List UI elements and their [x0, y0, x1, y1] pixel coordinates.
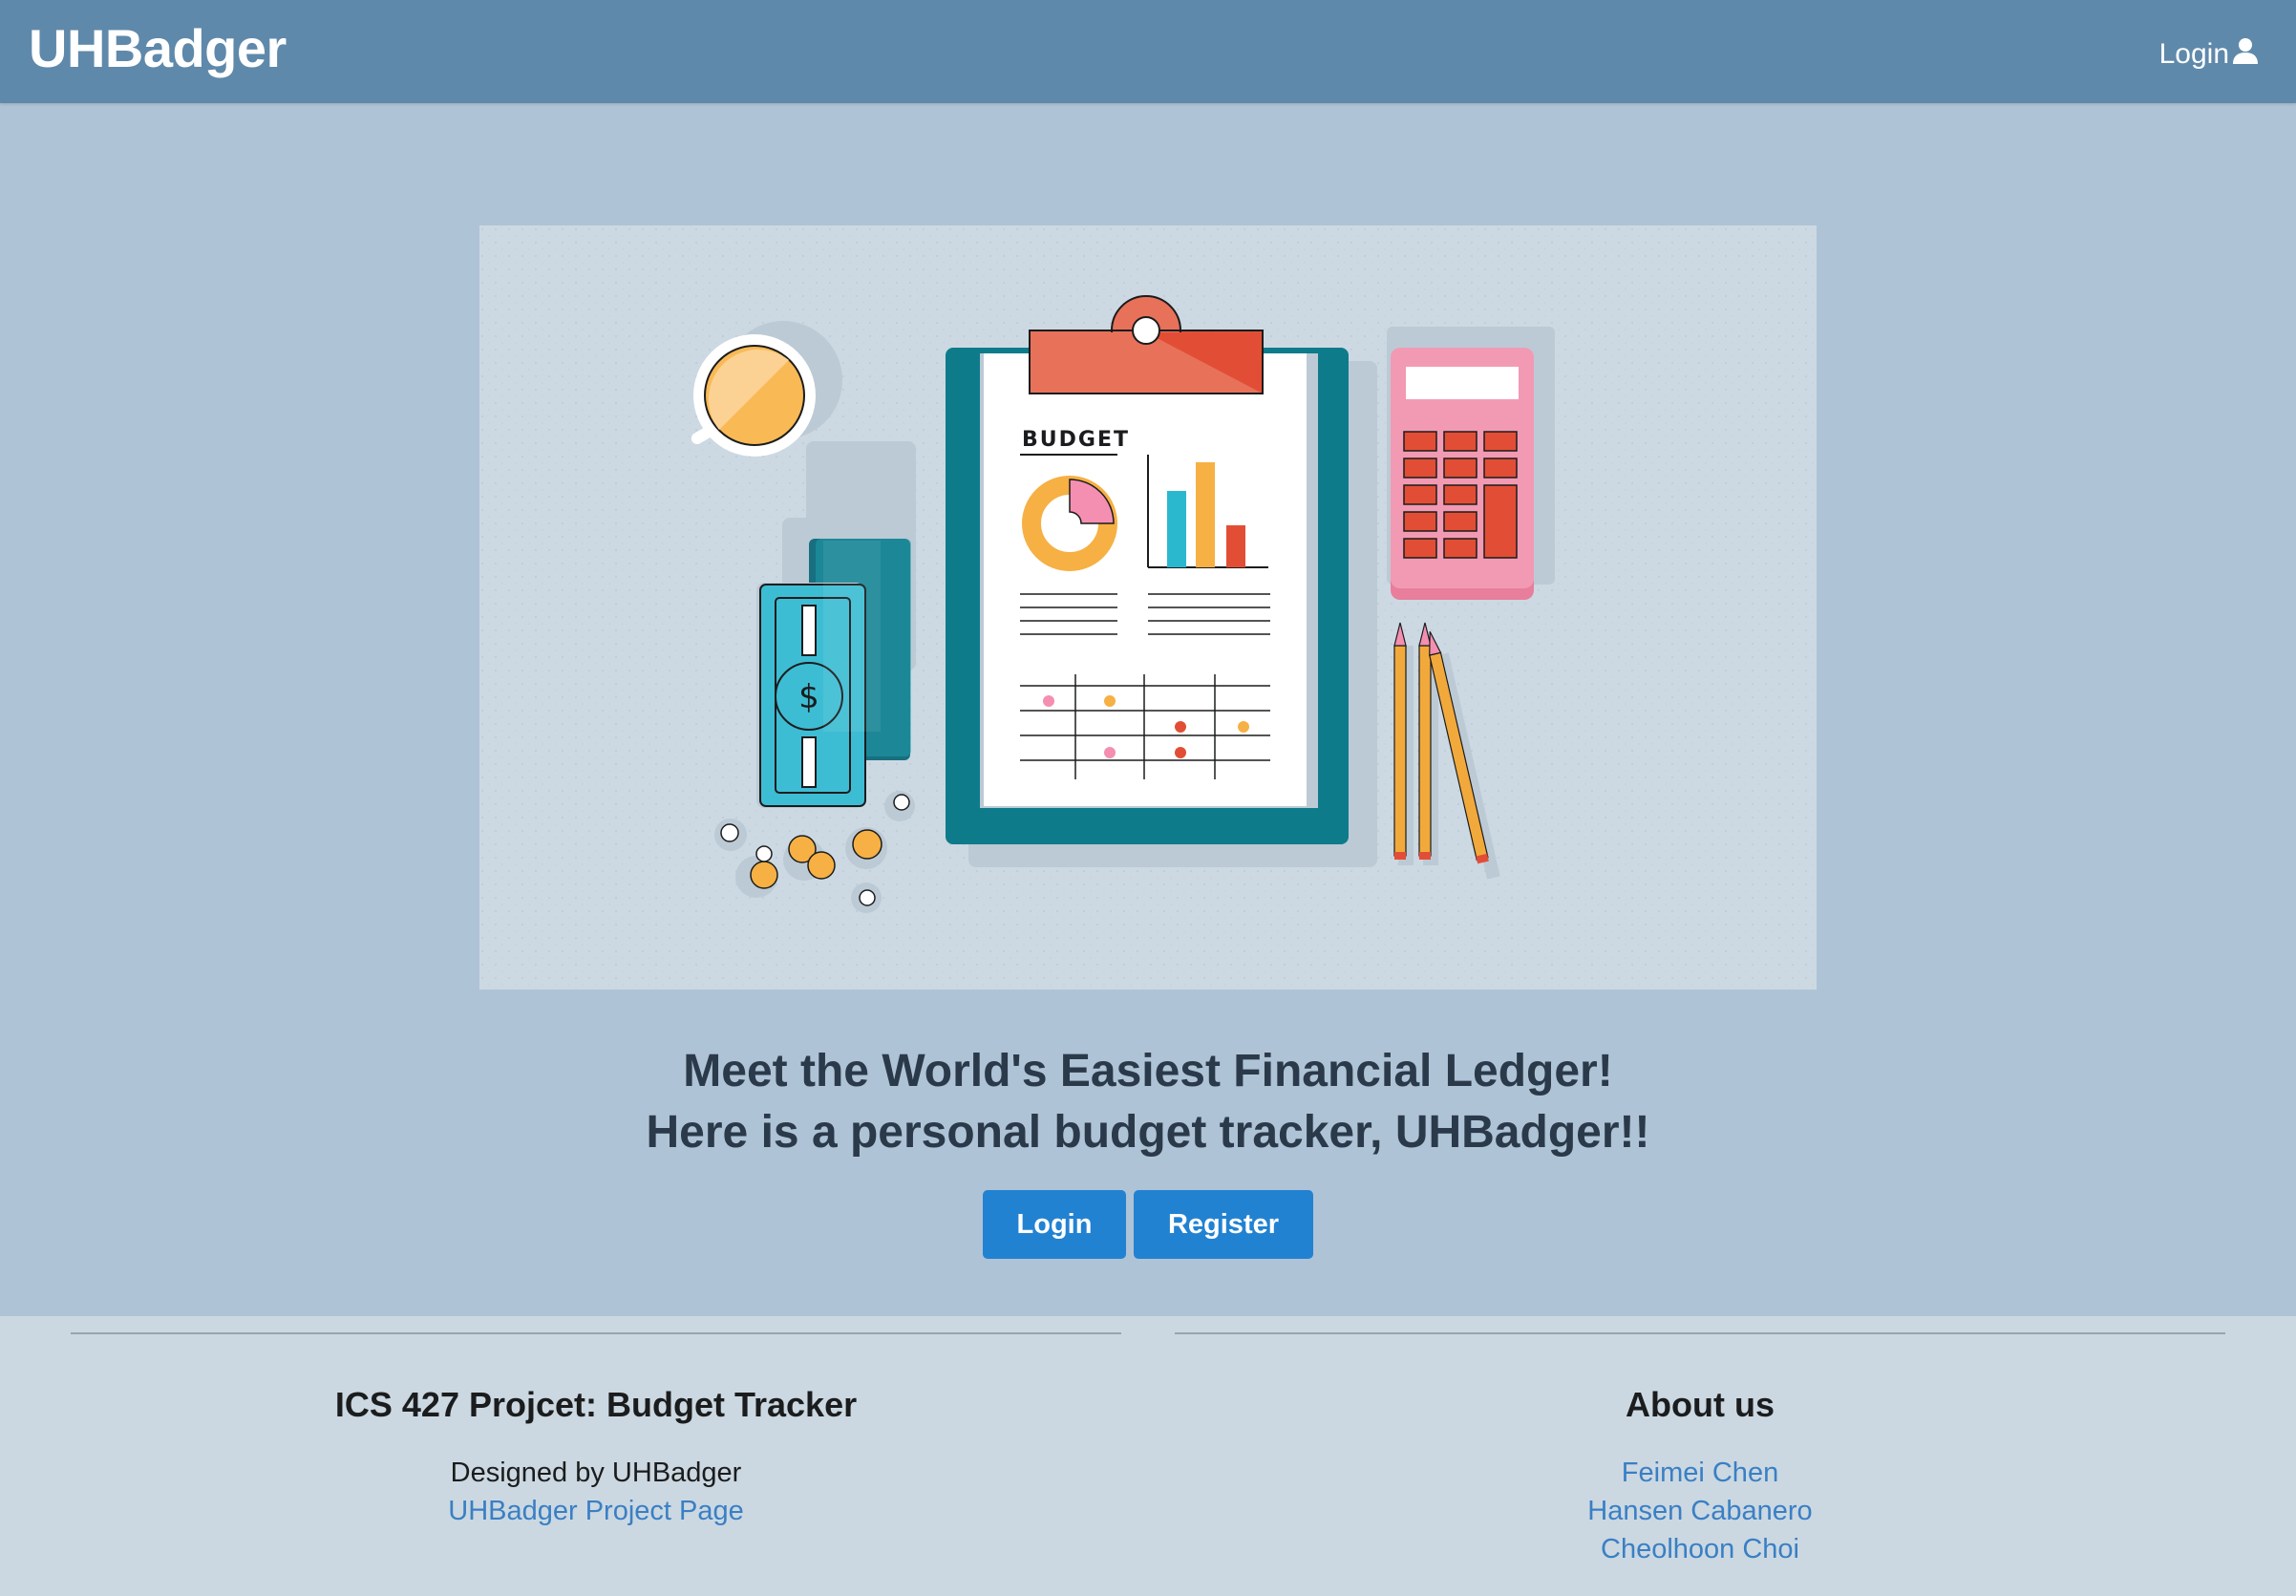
project-page-link[interactable]: UHBadger Project Page [71, 1492, 1121, 1530]
footer-project-column: ICS 427 Projcet: Budget Tracker Designed… [71, 1385, 1121, 1530]
calculator-icon [1387, 327, 1555, 600]
nav-login-menu[interactable]: Login [2159, 36, 2260, 73]
footer-designed-by: Designed by UHBadger [450, 1458, 742, 1488]
nav-login-label: Login [2158, 38, 2229, 70]
hero-headline-line-2: Here is a personal budget tracker, UHBad… [646, 1107, 1650, 1158]
hero-illustration: $ BUDGET [479, 225, 1817, 990]
footer-divider-right [1175, 1332, 2225, 1334]
register-button[interactable]: Register [1134, 1190, 1313, 1259]
member-link[interactable]: Hansen Cabanero [1175, 1492, 2225, 1530]
footer-divider-left [71, 1332, 1121, 1334]
user-icon [2229, 36, 2260, 73]
brand-logo-link[interactable]: UHBadger [29, 17, 287, 79]
svg-text:$: $ [798, 678, 819, 716]
member-link[interactable]: Feimei Chen [1175, 1454, 2225, 1492]
hero-button-group: Login Register [0, 1190, 2296, 1259]
member-link[interactable]: Cheolhoon Choi [1175, 1530, 2225, 1568]
top-navbar: UHBadger Login [0, 0, 2296, 103]
illustration-budget-label: BUDGET [1022, 428, 1130, 452]
footer-about-title: About us [1626, 1385, 1775, 1424]
login-button[interactable]: Login [983, 1190, 1126, 1259]
hero-headline-line-1: Meet the World's Easiest Financial Ledge… [683, 1046, 1613, 1096]
hero-headline: Meet the World's Easiest Financial Ledge… [0, 1041, 2296, 1163]
clipboard-icon: BUDGET [946, 295, 1377, 867]
footer-project-title: ICS 427 Projcet: Budget Tracker [334, 1385, 858, 1424]
footer: ICS 427 Projcet: Budget Tracker Designed… [0, 1316, 2296, 1596]
footer-about-column: About us Feimei Chen Hansen Cabanero Che… [1175, 1385, 2225, 1568]
